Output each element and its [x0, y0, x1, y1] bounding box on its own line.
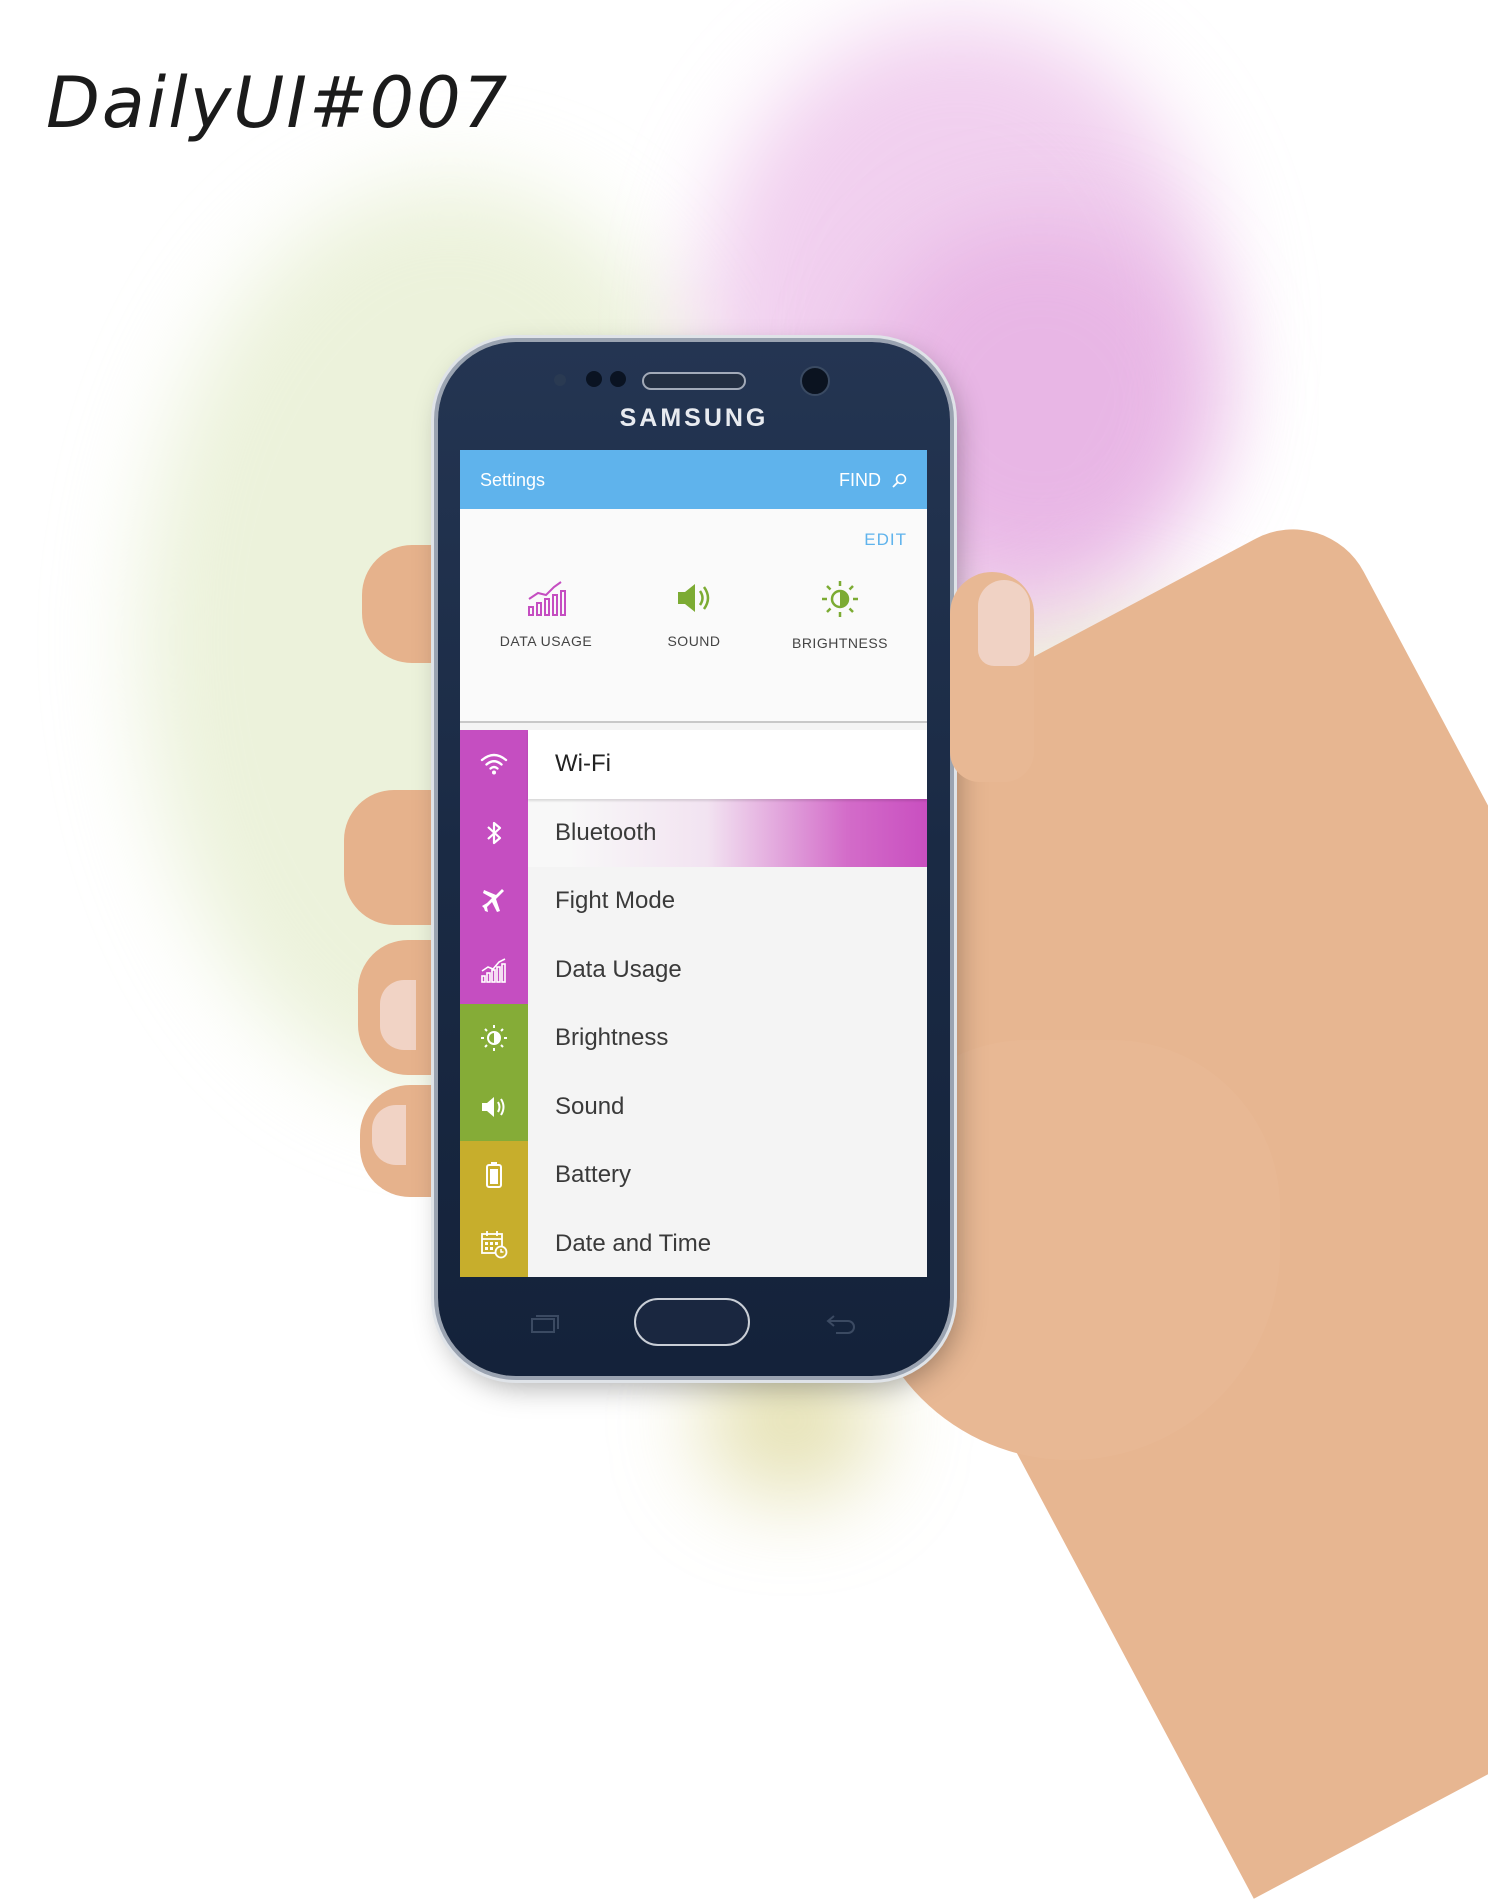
quick-tile-sound[interactable]: SOUND: [624, 579, 764, 649]
home-button[interactable]: [634, 1298, 750, 1346]
device-brand: SAMSUNG: [619, 404, 769, 432]
quick-tile-label: BRIGHTNESS: [791, 635, 888, 651]
sensor-dot: [610, 371, 626, 387]
find-label: FIND: [839, 470, 881, 490]
settings-item-wifi[interactable]: Wi-Fi: [460, 730, 927, 799]
bluetooth-icon: [460, 798, 528, 867]
settings-item-label: Bluetooth: [528, 798, 927, 867]
sensor-dot: [554, 374, 566, 386]
sound-icon: [460, 1072, 528, 1141]
settings-item-flight-mode[interactable]: Fight Mode: [460, 867, 927, 936]
quick-tile-label: DATA USAGE: [499, 633, 593, 649]
app-bar: Settings FIND: [460, 450, 927, 509]
headline: DailyUI#007: [46, 62, 510, 144]
airplane-icon: [460, 867, 528, 936]
quick-settings-panel: EDIT DATA USAGE SOUND BRIGHTNESS: [460, 509, 927, 723]
quick-tile-brightness[interactable]: BRIGHTNESS: [770, 579, 910, 651]
calendar-icon: [460, 1209, 528, 1277]
settings-item-label: Date and Time: [555, 1229, 712, 1257]
thumbnail: [978, 580, 1030, 666]
settings-list: Wi-Fi Bluetooth Fight Mode Data Usage Br…: [460, 730, 927, 1277]
brightness-icon: [822, 581, 858, 617]
settings-item-label: Fight Mode: [555, 887, 676, 915]
battery-icon: [460, 1141, 528, 1210]
fingernail: [380, 980, 416, 1050]
settings-item-battery[interactable]: Battery: [460, 1141, 927, 1210]
settings-item-data-usage[interactable]: Data Usage: [460, 935, 927, 1004]
recent-apps-icon[interactable]: [530, 1314, 560, 1334]
earpiece-speaker: [642, 372, 746, 390]
settings-item-date-time[interactable]: Date and Time: [460, 1209, 927, 1277]
data-usage-icon: [460, 935, 528, 1004]
settings-item-label: Sound: [555, 1092, 625, 1120]
quick-tile-data-usage[interactable]: DATA USAGE: [476, 579, 616, 649]
settings-item-label: Data Usage: [555, 955, 682, 983]
settings-item-sound[interactable]: Sound: [460, 1072, 927, 1141]
search-icon: [892, 473, 907, 488]
edit-button[interactable]: EDIT: [864, 530, 907, 550]
front-camera: [800, 366, 830, 396]
settings-item-label: Battery: [555, 1161, 632, 1189]
phone-screen: Settings FIND EDIT DATA USAGE SOUND BRIG…: [460, 450, 927, 1277]
sensor-dot: [586, 371, 602, 387]
app-title: Settings: [480, 470, 546, 490]
fingernail: [372, 1105, 406, 1165]
settings-item-brightness[interactable]: Brightness: [460, 1004, 927, 1073]
find-button[interactable]: FIND: [839, 470, 907, 491]
quick-tile-label: SOUND: [667, 633, 721, 649]
settings-item-label: Wi-Fi: [528, 730, 927, 799]
settings-item-label: Brightness: [555, 1024, 669, 1052]
brightness-icon: [460, 1004, 528, 1073]
back-icon[interactable]: [824, 1312, 858, 1336]
wifi-icon: [460, 730, 528, 799]
sound-icon: [678, 584, 710, 612]
data-usage-icon: [528, 581, 566, 616]
settings-item-bluetooth[interactable]: Bluetooth: [460, 798, 927, 867]
